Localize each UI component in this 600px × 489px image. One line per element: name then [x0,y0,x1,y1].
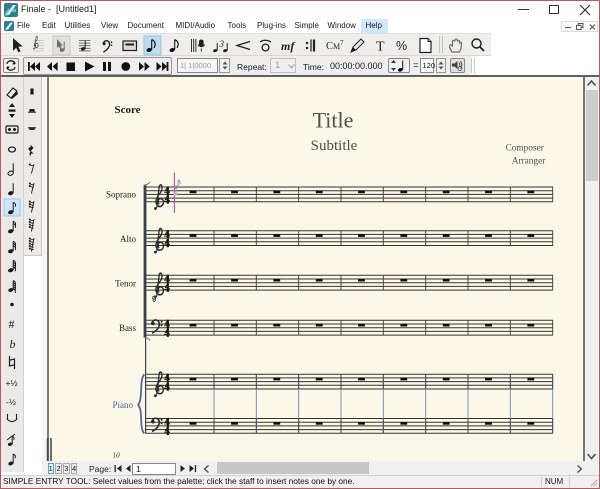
svg-text:Soprano: Soprano [106,189,136,199]
svg-text:+½: +½ [6,378,18,388]
svg-text:Composer: Composer [506,143,545,153]
svg-text:Arranger: Arranger [512,156,546,166]
svg-text:-½: -½ [6,397,16,407]
svg-text:Title: Title [313,108,354,133]
svg-text:Piano: Piano [112,400,133,410]
svg-text:b: b [10,337,16,351]
svg-text:Tenor: Tenor [115,279,136,289]
svg-text:CM7: CM7 [326,39,344,52]
svg-text:Bass: Bass [119,323,137,333]
svg-text:3: 3 [219,39,225,49]
svg-text:Alto: Alto [120,234,137,244]
svg-text:10: 10 [113,452,121,460]
svg-text:T: T [376,40,385,55]
svg-text:mf: mf [281,39,295,53]
svg-text:%: % [396,39,407,53]
svg-text:Score: Score [115,104,141,116]
svg-text:#: # [9,317,15,331]
svg-text:Subtitle: Subtitle [311,138,358,154]
